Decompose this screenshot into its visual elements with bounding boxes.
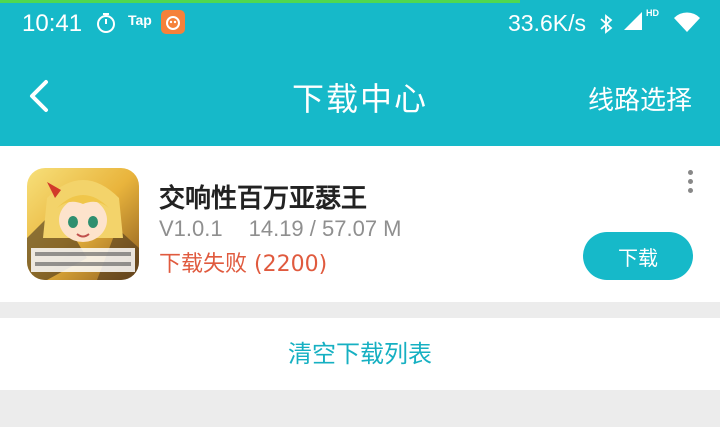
download-item-card: 交响性百万亚瑟王 V1.0.1 14.19 / 57.07 M 下载失败 (220… (0, 146, 720, 302)
download-button[interactable]: 下载 (583, 232, 693, 280)
route-select-button[interactable]: 线路选择 (588, 80, 692, 117)
signal-icon (622, 10, 644, 36)
game-title: 交响性百万亚瑟王 (159, 184, 368, 214)
bluetooth-icon (598, 12, 614, 40)
taptap-app-icon (161, 10, 185, 34)
clear-list-section: 清空下载列表 (0, 318, 720, 390)
tap-label: Tap (128, 12, 152, 28)
net-speed: 33.6K/s (508, 10, 586, 36)
hd-label: HD (646, 8, 659, 18)
app-bar: 下载中心 线路选择 (0, 48, 720, 146)
status-bar: 10:41 Tap 33.6K/s HD (0, 0, 720, 48)
game-version: V1.0.1 (159, 216, 223, 241)
more-options-icon[interactable] (684, 170, 696, 198)
download-status: 下载失败 (2200) (159, 252, 328, 277)
top-bar: 10:41 Tap 33.6K/s HD 下载中心 线路选择 (0, 0, 720, 146)
status-time: 10:41 (22, 10, 83, 37)
clear-download-list-button[interactable]: 清空下载列表 (0, 318, 720, 390)
timer-icon (96, 12, 116, 38)
download-size: 14.19 / 57.07 M (248, 216, 402, 241)
game-icon (27, 168, 139, 280)
version-info: V1.0.1 14.19 / 57.07 M (159, 216, 402, 242)
wifi-icon (672, 10, 702, 38)
